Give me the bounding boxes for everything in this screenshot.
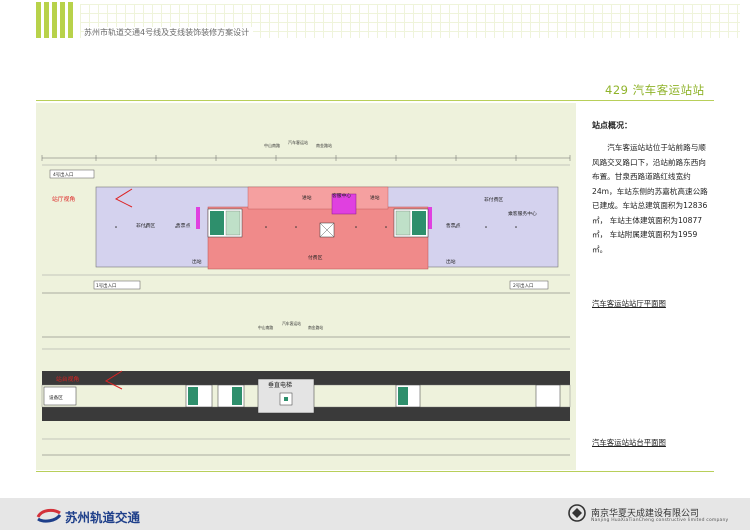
station-title: 429 汽车客运站站 — [605, 83, 705, 97]
concourse-view-label: 站厅视角 — [52, 195, 75, 203]
zone-label: 出站 — [192, 258, 202, 265]
zone-label: 非付费区 — [136, 222, 155, 229]
road-label: 汽车客运站 — [282, 321, 301, 326]
paid-area-north — [247, 186, 389, 210]
platform-view-label: 站台视角 — [56, 375, 79, 383]
entrance-label: 4号出入口 — [53, 171, 73, 178]
platform-plan: 中山南路 汽车客运站 南金路站 设备区 垂直电梯 站台视角 — [41, 321, 571, 456]
floor-plans-drawing: 中山南路 汽车客运站 南金路站 4号出入口 非付费区 售票点 进站 客服中心 进… — [41, 139, 571, 456]
content-divider — [36, 471, 714, 472]
stairs-west — [207, 208, 243, 238]
floor-plan-panel: 中山南路 汽车客运站 南金路站 4号出入口 非付费区 售票点 进站 客服中心 进… — [36, 103, 576, 470]
zone-label: 付费区 — [308, 254, 323, 261]
zone-label: 售票点 — [176, 222, 191, 229]
road-label: 中山南路 — [258, 325, 273, 330]
header-logo-bars — [36, 2, 76, 38]
entrance-label: 2号出入口 — [513, 282, 533, 289]
road-label: 南金路站 — [308, 325, 323, 330]
road-label: 中山南路 — [264, 142, 280, 148]
suzhou-rail-logo-text: 苏州轨道交通 — [65, 510, 141, 525]
suzhou-rail-logo-icon — [36, 508, 62, 523]
company-name-english: Nanjing HuaXiaTianCheng constructive lim… — [591, 518, 729, 523]
stairs-east — [393, 208, 429, 238]
concourse-plan-caption: 汽车客运站站厅平面图 — [592, 299, 666, 308]
station-overview-heading: 站点概况： — [592, 121, 632, 130]
zone-label: 售票点 — [446, 222, 461, 229]
elevator-label: 垂直电梯 — [268, 381, 292, 389]
zone-label: 乘客服务中心 — [508, 210, 537, 217]
entrance-label: 1号出入口 — [96, 282, 116, 289]
zone-label: 进站 — [302, 194, 312, 201]
road-label: 南金路站 — [316, 142, 332, 148]
concourse-plan: 中山南路 汽车客运站 南金路站 4号出入口 非付费区 售票点 进站 客服中心 进… — [41, 139, 571, 294]
station-overview-text: 汽车客运站站位于站前路与顺风路交叉路口下，沿站前路东西向布置。甘泉西路道路红线宽… — [592, 143, 708, 254]
zone-label: 客服中心 — [332, 192, 351, 199]
equipment-label: 设备区 — [49, 394, 63, 401]
document-title: 苏州市轨道交通4号线及支线装饰装修方案设计 — [84, 27, 254, 38]
zone-label: 出站 — [446, 258, 456, 265]
platform-plan-caption: 汽车客运站站台平面图 — [592, 438, 666, 447]
company-logo-icon — [568, 504, 586, 522]
title-divider — [36, 100, 714, 101]
page-header: 苏州市轨道交通4号线及支线装饰装修方案设计 — [0, 0, 750, 44]
zone-label: 非付费区 — [484, 196, 503, 203]
ticket-gates — [428, 207, 432, 229]
zone-label: 进站 — [370, 194, 380, 201]
ticket-gates — [196, 207, 200, 229]
road-label: 汽车客运站 — [288, 139, 308, 145]
